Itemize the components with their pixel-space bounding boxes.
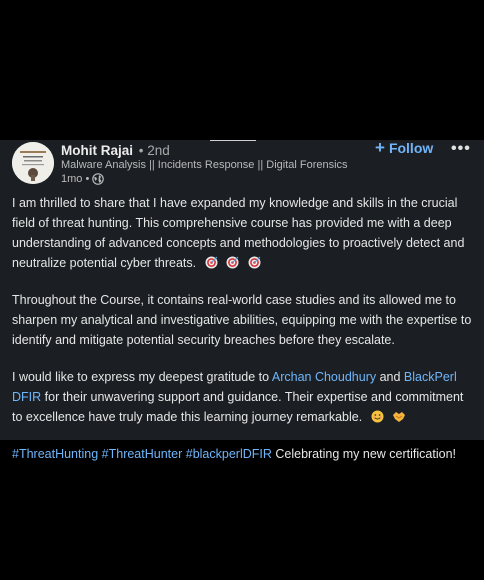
- plus-icon: +: [375, 138, 385, 157]
- more-options-button[interactable]: •••: [451, 140, 471, 158]
- paragraph-4: #ThreatHunting #ThreatHunter #blackperlD…: [12, 444, 474, 464]
- follow-button[interactable]: + Follow: [375, 138, 434, 157]
- avatar[interactable]: [12, 142, 54, 184]
- author-name[interactable]: Mohit Rajai: [61, 143, 133, 158]
- certificate-thumbnail-icon: [12, 142, 54, 184]
- globe-icon: [92, 173, 105, 185]
- paragraph-1: I am thrilled to share that I have expan…: [12, 193, 474, 273]
- paragraph-4-end: Celebrating my new certification!: [271, 447, 456, 461]
- author-name-row: Mohit Rajai • 2nd: [61, 143, 170, 158]
- post-meta: 1mo •: [61, 173, 105, 185]
- target-icon: [226, 256, 239, 269]
- paragraph-2: Throughout the Course, it contains real-…: [12, 293, 472, 347]
- handshake-emoji-icon: [393, 412, 406, 422]
- target-icon: [205, 256, 218, 269]
- follow-label: Follow: [388, 140, 434, 156]
- paragraph-3-and: and: [376, 370, 404, 384]
- hashtag-blackperldfir[interactable]: #blackperlDFIR: [186, 447, 272, 461]
- paragraph-3: I would like to express my deepest grati…: [12, 367, 474, 427]
- top-divider: [210, 140, 256, 141]
- post-card: Mohit Rajai • 2nd Malware Analysis || In…: [0, 138, 484, 461]
- hashtag-threathunting[interactable]: #ThreatHunting: [12, 447, 98, 461]
- author-headline: Malware Analysis || Incidents Response |…: [61, 159, 348, 171]
- mention-archan-choudhury[interactable]: Archan Choudhury: [272, 370, 376, 384]
- paragraph-1-text: I am thrilled to share that I have expan…: [12, 196, 465, 270]
- connection-degree: • 2nd: [138, 143, 170, 158]
- post-time: 1mo •: [61, 173, 90, 185]
- paragraph-3-start: I would like to express my deepest grati…: [12, 370, 272, 384]
- hashtag-threathunter[interactable]: #ThreatHunter: [102, 447, 183, 461]
- post-body: I am thrilled to share that I have expan…: [12, 193, 474, 481]
- smile-emoji-icon: [371, 410, 384, 423]
- target-icon: [248, 256, 261, 269]
